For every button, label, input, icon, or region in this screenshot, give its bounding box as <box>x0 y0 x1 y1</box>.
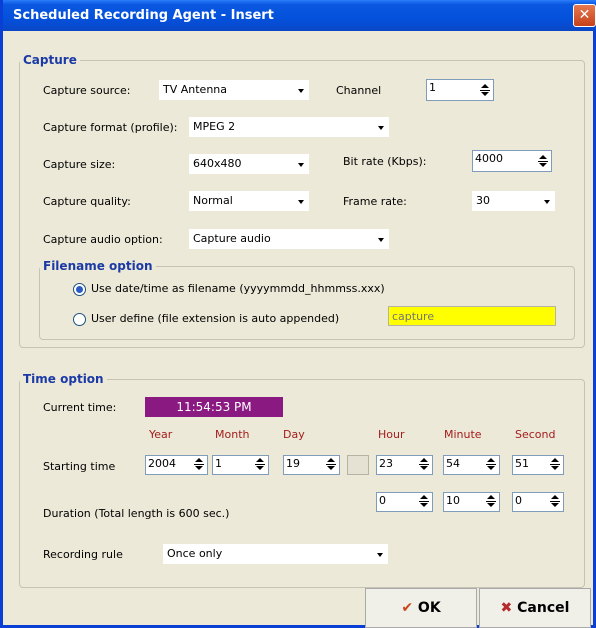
capture-size-value: 640x480 <box>193 157 242 170</box>
framerate-select[interactable]: 30 <box>472 191 555 211</box>
start-day-stepper[interactable]: 19 <box>283 455 340 475</box>
start-month-stepper[interactable]: 1 <box>212 455 269 475</box>
start-month-value: 1 <box>215 457 222 470</box>
capture-source-label: Capture source: <box>43 84 131 97</box>
channel-value: 1 <box>429 81 436 94</box>
capture-audio-value: Capture audio <box>193 232 271 245</box>
capture-quality-label: Capture quality: <box>43 195 131 208</box>
duration-hour-value: 0 <box>379 494 386 507</box>
capture-quality-select[interactable]: Normal <box>189 191 309 211</box>
start-minute-value: 54 <box>446 457 460 470</box>
duration-hour-stepper[interactable]: 0 <box>376 492 433 512</box>
start-minute-stepper[interactable]: 54 <box>443 455 500 475</box>
capture-size-select[interactable]: 640x480 <box>189 154 309 174</box>
start-hour-value: 23 <box>379 457 393 470</box>
start-second-stepper[interactable]: 51 <box>512 455 564 475</box>
col-year: Year <box>149 428 173 441</box>
user-filename-label[interactable]: User define (file extension is auto appe… <box>91 312 339 325</box>
col-minute: Minute <box>444 428 482 441</box>
col-hour: Hour <box>378 428 405 441</box>
radio-user-filename[interactable] <box>73 313 86 326</box>
cross-icon: ✖ <box>500 600 513 616</box>
chevron-down-icon[interactable] <box>292 154 309 174</box>
framerate-label: Frame rate: <box>343 195 407 208</box>
time-legend: Time option <box>23 372 104 386</box>
window-title: Scheduled Recording Agent - Insert <box>13 8 274 23</box>
stepper-arrows-icon[interactable] <box>417 457 431 471</box>
capture-quality-value: Normal <box>193 194 233 207</box>
title-bar: Scheduled Recording Agent - Insert ✕ <box>3 0 596 31</box>
date-filename-label[interactable]: Use date/time as filename (yyyymmdd_hhmm… <box>91 282 385 295</box>
framerate-value: 30 <box>476 194 490 207</box>
calendar-button[interactable] <box>347 455 369 475</box>
stepper-arrows-icon[interactable] <box>192 457 206 471</box>
recording-rule-value: Once only <box>167 547 223 560</box>
stepper-arrows-icon[interactable] <box>484 457 498 471</box>
cancel-button[interactable]: ✖ Cancel <box>479 588 591 628</box>
user-filename-input[interactable] <box>388 306 556 326</box>
chevron-down-icon[interactable] <box>371 544 388 564</box>
start-second-value: 51 <box>515 457 529 470</box>
capture-size-label: Capture size: <box>43 158 116 171</box>
capture-format-value: MPEG 2 <box>193 120 236 133</box>
capture-audio-label: Capture audio option: <box>43 233 163 246</box>
stepper-arrows-icon[interactable] <box>417 494 431 508</box>
ok-label: OK <box>417 600 441 616</box>
start-year-stepper[interactable]: 2004 <box>145 455 208 475</box>
channel-stepper[interactable]: 1 <box>426 79 494 101</box>
chevron-down-icon[interactable] <box>538 191 555 211</box>
duration-minute-stepper[interactable]: 10 <box>443 492 500 512</box>
capture-format-label: Capture format (profile): <box>43 121 178 134</box>
close-icon[interactable]: ✕ <box>573 4 596 27</box>
capture-legend: Capture <box>23 53 77 67</box>
stepper-arrows-icon[interactable] <box>253 457 267 471</box>
duration-label: Duration (Total length is 600 sec.) <box>43 507 230 520</box>
stepper-arrows-icon[interactable] <box>478 83 492 97</box>
stepper-arrows-icon[interactable] <box>484 494 498 508</box>
checkmark-icon: ✔ <box>401 600 414 616</box>
recording-rule-label: Recording rule <box>43 548 123 561</box>
chevron-down-icon[interactable] <box>372 229 389 249</box>
radio-date-filename[interactable] <box>73 283 86 296</box>
start-hour-stepper[interactable]: 23 <box>376 455 433 475</box>
capture-source-value: TV Antenna <box>163 83 228 96</box>
stepper-arrows-icon[interactable] <box>324 457 338 471</box>
start-day-value: 19 <box>286 457 300 470</box>
duration-minute-value: 10 <box>446 494 460 507</box>
bitrate-value: 4000 <box>475 152 503 165</box>
current-time-label: Current time: <box>43 401 117 414</box>
col-month: Month <box>215 428 250 441</box>
bitrate-label: Bit rate (Kbps): <box>343 155 427 168</box>
filename-group: Filename option <box>39 259 575 340</box>
bitrate-stepper[interactable]: 4000 <box>472 150 552 172</box>
stepper-arrows-icon[interactable] <box>548 494 562 508</box>
duration-second-stepper[interactable]: 0 <box>512 492 564 512</box>
stepper-arrows-icon[interactable] <box>536 154 550 168</box>
capture-source-select[interactable]: TV Antenna <box>159 80 309 100</box>
recording-rule-select[interactable]: Once only <box>163 544 388 564</box>
duration-second-value: 0 <box>515 494 522 507</box>
col-day: Day <box>283 428 305 441</box>
filename-legend: Filename option <box>43 259 153 273</box>
chevron-down-icon[interactable] <box>292 80 309 100</box>
capture-audio-select[interactable]: Capture audio <box>189 229 389 249</box>
col-second: Second <box>515 428 556 441</box>
start-year-value: 2004 <box>148 457 176 470</box>
current-time-display: 11:54:53 PM <box>145 397 283 417</box>
chevron-down-icon[interactable] <box>372 117 389 137</box>
capture-format-select[interactable]: MPEG 2 <box>189 117 389 137</box>
starting-time-label: Starting time <box>43 460 116 473</box>
chevron-down-icon[interactable] <box>292 191 309 211</box>
ok-button[interactable]: ✔ OK <box>365 588 477 628</box>
dialog-window: Scheduled Recording Agent - Insert ✕ Cap… <box>0 0 596 628</box>
channel-label: Channel <box>336 84 382 97</box>
cancel-label: Cancel <box>517 600 570 616</box>
stepper-arrows-icon[interactable] <box>548 457 562 471</box>
